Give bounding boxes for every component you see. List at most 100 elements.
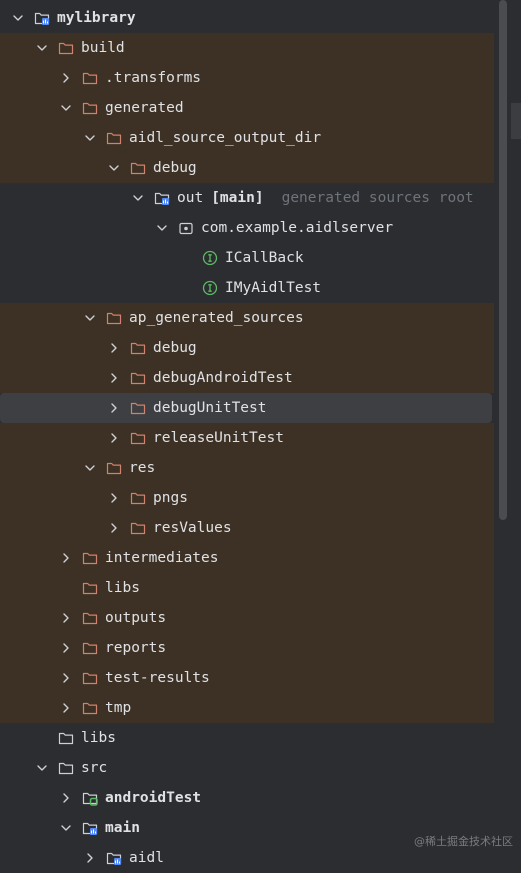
tree-row-tmp[interactable]: tmp: [0, 693, 494, 723]
tree-row-test-results[interactable]: test-results: [0, 663, 494, 693]
chevron-down-icon[interactable]: [82, 460, 98, 476]
chevron-right-icon[interactable]: [106, 490, 122, 506]
tree-row-libs[interactable]: libs: [0, 573, 494, 603]
tree-row-build[interactable]: build: [0, 33, 494, 63]
tree-row-content: generated: [58, 93, 184, 123]
tree-row-imyaidltest[interactable]: IMyAidlTest: [0, 273, 494, 303]
source-set-tag: [main]: [211, 190, 264, 206]
chevron-right-icon[interactable]: [58, 640, 74, 656]
folder-icon: [130, 340, 146, 356]
tree-row-content: mylibrary: [10, 3, 136, 33]
folder-icon: [82, 700, 98, 716]
tree-row-content: debug: [106, 153, 197, 183]
chevron-down-icon[interactable]: [154, 220, 170, 236]
tree-row-reports[interactable]: reports: [0, 633, 494, 663]
chevron-right-icon[interactable]: [58, 610, 74, 626]
tree-row-out[interactable]: out [main] generated sources root: [0, 183, 494, 213]
tree-row-releaseunittest[interactable]: releaseUnitTest: [0, 423, 494, 453]
folder-icon: [82, 640, 98, 656]
interface-icon: [202, 250, 218, 266]
chevron-right-icon[interactable]: [106, 430, 122, 446]
tree-row-content: aidl_source_output_dir: [82, 123, 321, 153]
chevron-right-icon[interactable]: [82, 850, 98, 866]
chevron-down-icon[interactable]: [34, 40, 50, 56]
tree-item-label: intermediates: [105, 550, 219, 566]
source-module-folder-icon: [82, 820, 98, 836]
chevron-right-icon[interactable]: [106, 340, 122, 356]
chevron-down-icon[interactable]: [34, 760, 50, 776]
tree-row-content: .transforms: [58, 63, 201, 93]
tree-row-content: test-results: [58, 663, 210, 693]
tree-row-generated[interactable]: generated: [0, 93, 494, 123]
tree-row-content: debug: [106, 333, 197, 363]
tree-row-debugandroidtest[interactable]: debugAndroidTest: [0, 363, 494, 393]
chevron-right-icon[interactable]: [106, 520, 122, 536]
tree-row-mylibrary[interactable]: mylibrary: [0, 3, 494, 33]
chevron-down-icon[interactable]: [130, 190, 146, 206]
tree-row--transforms[interactable]: .transforms: [0, 63, 494, 93]
folder-icon: [106, 460, 122, 476]
chevron-down-icon[interactable]: [10, 10, 26, 26]
chevron-down-icon[interactable]: [106, 160, 122, 176]
folder-icon: [130, 490, 146, 506]
tree-row-content: reports: [58, 633, 166, 663]
chevron-right-icon[interactable]: [58, 70, 74, 86]
tree-row-ap-generated-sources[interactable]: ap_generated_sources: [0, 303, 494, 333]
tree-item-hint: generated sources root: [281, 190, 474, 206]
chevron-right-icon[interactable]: [58, 700, 74, 716]
tree-row-androidtest[interactable]: androidTest: [0, 783, 494, 813]
tree-row-pngs[interactable]: pngs: [0, 483, 494, 513]
watermark: @稀土掘金技术社区: [414, 835, 513, 848]
tree-item-label: ICallBack: [225, 250, 304, 266]
tree-item-label: libs: [81, 730, 116, 746]
tree-row-content: libs: [34, 723, 116, 753]
folder-icon: [130, 370, 146, 386]
chevron-down-icon[interactable]: [82, 130, 98, 146]
tree-row-content: pngs: [106, 483, 188, 513]
package-icon: [178, 220, 194, 236]
folder-icon: [82, 70, 98, 86]
tree-row-com-example-aidlserver[interactable]: com.example.aidlserver: [0, 213, 494, 243]
folder-icon: [82, 580, 98, 596]
tree-row-res[interactable]: res: [0, 453, 494, 483]
folder-icon: [130, 520, 146, 536]
tree-row-content: com.example.aidlserver: [154, 213, 393, 243]
folder-icon: [130, 160, 146, 176]
tree-row-outputs[interactable]: outputs: [0, 603, 494, 633]
chevron-down-icon[interactable]: [82, 310, 98, 326]
chevron-right-icon[interactable]: [58, 790, 74, 806]
tree-item-label: generated: [105, 100, 184, 116]
tree-row-libs[interactable]: libs: [0, 723, 494, 753]
tree-row-content: IMyAidlTest: [178, 273, 321, 303]
tree-item-label: src: [81, 760, 108, 776]
tree-row-debug[interactable]: debug: [0, 153, 494, 183]
tree-item-label: outputs: [105, 610, 167, 626]
tree-row-debug[interactable]: debug: [0, 333, 494, 363]
chevron-right-icon[interactable]: [58, 550, 74, 566]
chevron-down-icon[interactable]: [58, 100, 74, 116]
tree-item-label: pngs: [153, 490, 188, 506]
tree-row-icallback[interactable]: ICallBack: [0, 243, 494, 273]
chevron-down-icon[interactable]: [58, 820, 74, 836]
folder-icon: [106, 130, 122, 146]
vertical-scrollbar[interactable]: [499, 0, 507, 520]
scrollbar-gutter-mark: [511, 103, 521, 139]
tree-row-src[interactable]: src: [0, 753, 494, 783]
test-source-folder-icon: [82, 790, 98, 806]
generated-source-folder-icon: [154, 190, 170, 206]
folder-icon: [130, 430, 146, 446]
tree-row-aidl-source-output-dir[interactable]: aidl_source_output_dir: [0, 123, 494, 153]
folder-icon: [106, 310, 122, 326]
tree-row-content: ICallBack: [178, 243, 304, 273]
tree-row-debugunittest[interactable]: debugUnitTest: [0, 393, 492, 423]
tree-row-intermediates[interactable]: intermediates: [0, 543, 494, 573]
tree-item-label: out: [177, 190, 204, 206]
chevron-right-icon[interactable]: [106, 400, 122, 416]
folder-icon: [82, 550, 98, 566]
chevron-right-icon[interactable]: [106, 370, 122, 386]
tree-row-content: build: [34, 33, 125, 63]
tree-row-resvalues[interactable]: resValues: [0, 513, 494, 543]
tree-item-label: test-results: [105, 670, 210, 686]
tree-item-label: com.example.aidlserver: [201, 220, 394, 236]
chevron-right-icon[interactable]: [58, 670, 74, 686]
